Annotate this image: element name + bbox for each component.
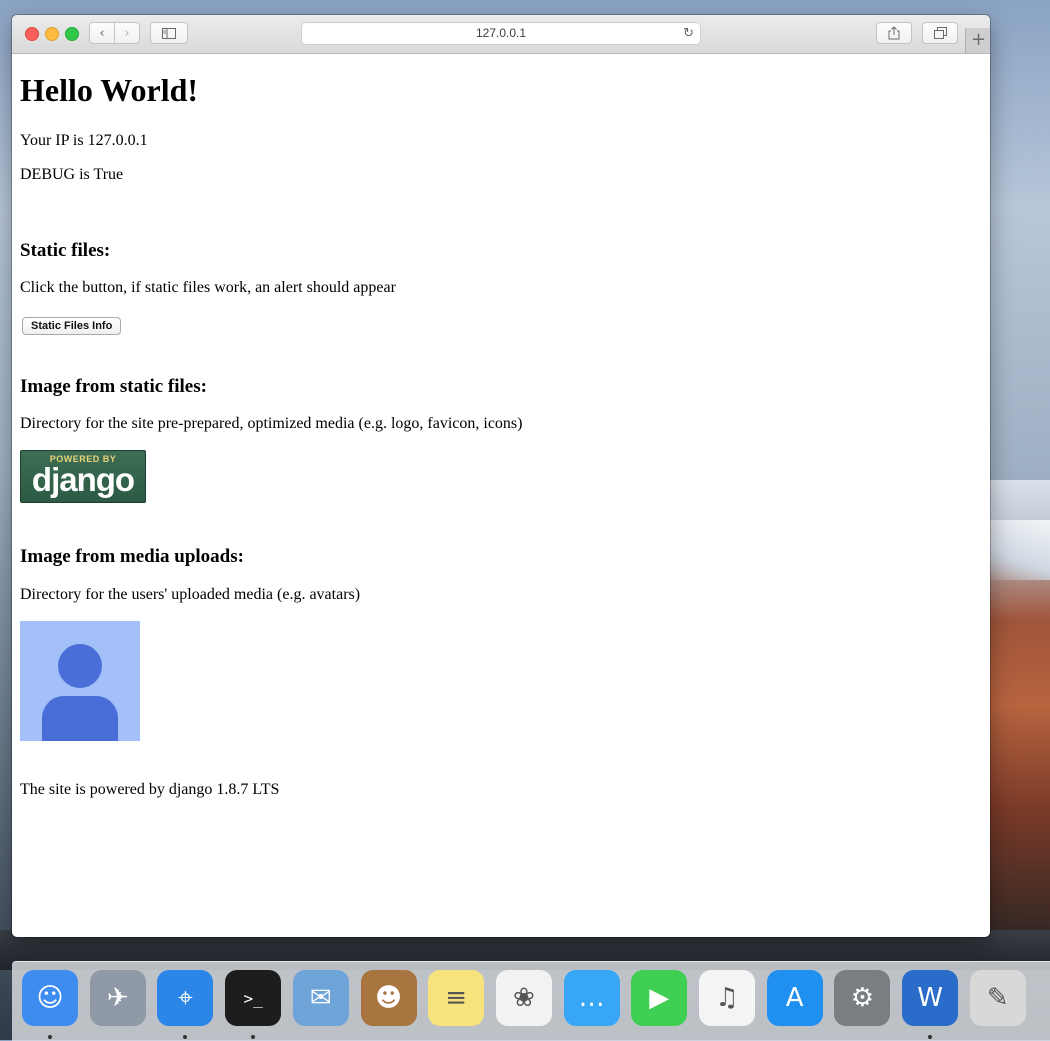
static-files-heading: Static files:	[20, 240, 111, 261]
itunes-icon[interactable]: ♫	[699, 970, 755, 1026]
address-bar[interactable]: 127.0.0.1 ↻	[301, 22, 701, 45]
image-media-heading: Image from media uploads:	[20, 546, 244, 567]
avatar-body-shape	[42, 696, 118, 741]
app-store-icon[interactable]: A	[766, 970, 823, 1026]
contacts-icon[interactable]: ☻	[360, 970, 417, 1026]
chevron-right-icon: ›	[124, 25, 130, 41]
terminal-icon[interactable]: >_	[225, 970, 282, 1026]
running-indicator	[251, 1035, 256, 1039]
share-icon	[888, 26, 900, 40]
launchpad-icon[interactable]: ✈	[89, 970, 146, 1026]
photos-icon[interactable]: ❀	[495, 970, 552, 1026]
avatar-head-shape	[58, 644, 102, 688]
user-avatar-image	[20, 621, 140, 741]
finder-icon[interactable]: ☺	[22, 970, 78, 1026]
forward-button[interactable]: ›	[114, 22, 140, 44]
browser-window: ‹ › 127.0.0.1 ↻ + Hello World! Your IP i…	[12, 15, 990, 937]
minimize-window-button[interactable]	[45, 27, 59, 41]
browser-toolbar: ‹ › 127.0.0.1 ↻ +	[12, 15, 990, 54]
notes-icon[interactable]: ≡	[428, 970, 485, 1026]
back-button[interactable]: ‹	[89, 22, 115, 44]
footer-text: The site is powered by django 1.8.7 LTS	[20, 781, 280, 798]
running-indicator	[48, 1035, 52, 1039]
safari-icon[interactable]: ⌖	[157, 970, 214, 1026]
chevron-left-icon: ‹	[99, 25, 105, 41]
running-indicator	[183, 1035, 188, 1039]
new-tab-button[interactable]: +	[965, 28, 990, 53]
image-static-heading: Image from static files:	[20, 376, 207, 397]
dock: ☺ ✈ ⌖ >_ ✉ ☻ ≡ ❀… ▶ ♫ A ⚙ W ✎	[12, 961, 1050, 1041]
debug-text: DEBUG is True	[20, 166, 124, 183]
image-media-description: Directory for the users' uploaded media …	[20, 586, 361, 603]
desktop-wallpaper-snow	[980, 520, 1050, 580]
ip-text: Your IP is 127.0.0.1	[20, 132, 148, 149]
static-files-description: Click the button, if static files work, …	[20, 279, 396, 296]
close-window-button[interactable]	[25, 27, 39, 41]
mail-icon[interactable]: ✉	[292, 970, 349, 1026]
webstorm-icon[interactable]: W	[902, 970, 959, 1026]
page-title: Hello World!	[20, 72, 199, 108]
address-text: 127.0.0.1	[475, 26, 527, 40]
static-files-info-button[interactable]: Static Files Info	[22, 317, 122, 335]
page-content: Hello World! Your IP is 127.0.0.1 DEBUG …	[12, 54, 990, 937]
running-indicator	[928, 1035, 933, 1039]
system-preferences-icon[interactable]: ⚙	[834, 970, 891, 1026]
facetime-icon[interactable]: ▶	[631, 970, 688, 1026]
maximize-window-button[interactable]	[65, 27, 79, 41]
messages-icon[interactable]: …	[563, 970, 620, 1026]
django-logo-wordmark: django	[31, 461, 135, 498]
show-tabs-button[interactable]	[922, 22, 958, 44]
sidebar-toggle-button[interactable]	[150, 22, 188, 44]
tabs-icon	[933, 27, 947, 39]
reload-icon[interactable]: ↻	[683, 23, 694, 44]
sidebar-icon	[162, 27, 176, 39]
share-button[interactable]	[876, 22, 912, 44]
django-logo: POWERED BY django	[20, 450, 146, 503]
image-static-description: Directory for the site pre-prepared, opt…	[20, 415, 523, 432]
script-editor-icon[interactable]: ✎	[969, 970, 1026, 1026]
